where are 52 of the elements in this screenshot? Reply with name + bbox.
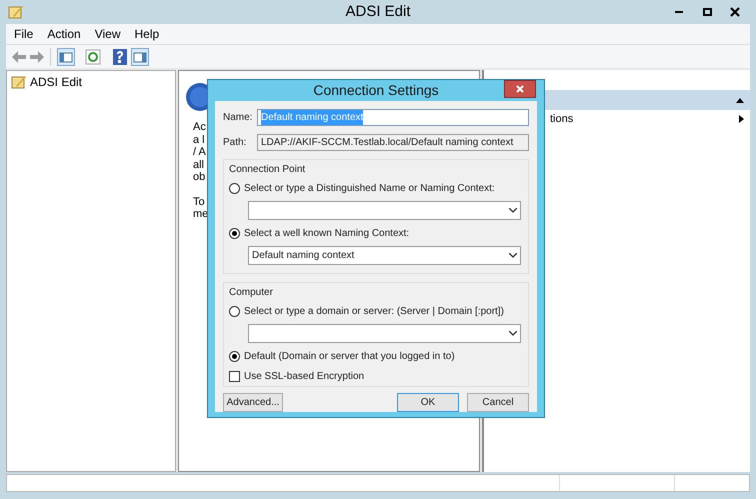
caret-icon — [509, 331, 517, 336]
checkbox[interactable] — [229, 371, 240, 382]
app-icon — [11, 75, 27, 89]
text-fragment: all — [193, 158, 204, 171]
actions-pane-link[interactable]: tions — [550, 110, 574, 128]
text-fragment: a l — [193, 134, 205, 146]
menu-item[interactable]: File — [14, 25, 34, 43]
dialog-button[interactable]: OK — [397, 393, 459, 412]
group-title: Computer — [229, 286, 273, 300]
dropdown[interactable] — [248, 201, 521, 220]
text-fragment: Ac — [193, 121, 206, 134]
app-icon — [8, 4, 24, 20]
radio-button[interactable] — [229, 228, 240, 239]
caret-icon — [509, 208, 517, 213]
close-icon — [730, 7, 740, 17]
dropdown[interactable] — [248, 324, 521, 343]
text-fragment: ob — [193, 171, 206, 184]
group-title: Connection Point — [229, 163, 306, 177]
back-arrow-icon[interactable] — [12, 50, 26, 62]
radio-button[interactable] — [229, 183, 240, 194]
dropdown[interactable]: Default naming context — [248, 246, 521, 265]
dialog-button[interactable]: Cancel — [467, 393, 529, 412]
submenu-arrow-icon — [739, 115, 744, 123]
option-label: Select or type a Distinguished Name or Naming Context: — [244, 182, 495, 196]
path-field: LDAP://AKIF-SCCM.Testlab.local/Default naming context — [257, 134, 529, 151]
option-label: Select or type a domain or server: (Server | Domain [:port]) — [244, 305, 504, 319]
dialog-title: Connection Settings — [313, 81, 439, 100]
menu-item[interactable]: Action — [47, 25, 81, 43]
text-fragment: me — [193, 208, 208, 220]
forward-arrow-icon[interactable] — [30, 50, 44, 62]
console-tree-icon[interactable] — [57, 48, 75, 66]
text-fragment: / A — [193, 146, 206, 158]
tree-item[interactable]: ADSI Edit — [9, 73, 173, 91]
radio-button[interactable] — [229, 351, 240, 362]
caret-icon — [509, 253, 517, 258]
menu-item[interactable]: View — [94, 25, 120, 43]
help-icon[interactable] — [113, 48, 127, 64]
close-button[interactable] — [504, 80, 536, 98]
option-label: Select a well known Naming Context: — [244, 227, 410, 241]
option-label: Default (Domain or server that you logged in to) — [244, 350, 455, 364]
text-fragment: To — [193, 196, 205, 208]
field-label: Path: — [223, 136, 248, 150]
action-pane-icon[interactable] — [131, 48, 149, 66]
refresh-icon[interactable] — [85, 48, 101, 64]
dialog-button[interactable]: Advanced... — [223, 393, 283, 412]
menu-item[interactable]: Help — [134, 25, 160, 43]
close-icon — [516, 85, 524, 93]
window-title: ADSI Edit — [345, 2, 411, 22]
field-label: Name: — [223, 111, 251, 125]
collapse-icon[interactable] — [736, 98, 744, 102]
radio-button[interactable] — [229, 306, 240, 317]
checkbox-label: Use SSL-based Encryption — [244, 370, 364, 384]
